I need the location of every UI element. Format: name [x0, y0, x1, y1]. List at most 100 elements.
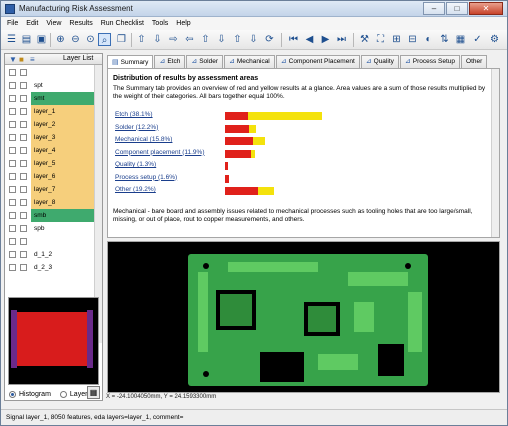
minimize-button[interactable]: –: [423, 2, 445, 15]
layer-lock-checkbox[interactable]: [20, 199, 27, 206]
layer-visible-checkbox[interactable]: [9, 147, 16, 154]
tab-solder[interactable]: ⊿ Solder: [186, 55, 223, 68]
layer-swatch[interactable]: layer_7: [31, 183, 102, 196]
last-icon[interactable]: ⏭: [335, 33, 348, 46]
layer-lock-checkbox[interactable]: [20, 69, 27, 76]
refresh-icon[interactable]: ⟳: [263, 33, 276, 46]
tool-b-icon[interactable]: ⛶: [374, 33, 387, 46]
chart-icon[interactable]: ▦: [454, 33, 467, 46]
arrow-down-3-icon[interactable]: ⇩: [247, 33, 260, 46]
layer-visible-checkbox[interactable]: [9, 186, 16, 193]
menu-view[interactable]: View: [46, 17, 61, 30]
layer-visible-checkbox[interactable]: [9, 160, 16, 167]
menu-tools[interactable]: Tools: [152, 17, 168, 30]
layer-row[interactable]: d_1_2: [5, 248, 102, 261]
layer-swatch[interactable]: layer_5: [31, 157, 102, 170]
tab-etch[interactable]: ⊿ Etch: [154, 55, 186, 68]
layers-icon[interactable]: ☰: [5, 33, 18, 46]
layer-visible-checkbox[interactable]: [9, 264, 16, 271]
pcb-view[interactable]: [107, 241, 500, 393]
layer-visible-checkbox[interactable]: [9, 95, 16, 102]
layer-visible-checkbox[interactable]: [9, 212, 16, 219]
layer-swatch[interactable]: smt: [31, 92, 102, 105]
layer-visible-checkbox[interactable]: [9, 82, 16, 89]
zoom-in-icon[interactable]: ⊕: [54, 33, 67, 46]
category-link[interactable]: Quality (1.3%): [115, 161, 156, 168]
tab-summary[interactable]: ▤ Summary: [107, 55, 154, 69]
zoom-fit-icon[interactable]: ⊙: [84, 33, 97, 46]
layer-row[interactable]: layer_3: [5, 131, 102, 144]
layer-swatch[interactable]: spb: [31, 222, 102, 235]
tab-component-placement[interactable]: ⊿ Component Placement: [275, 55, 360, 68]
layer-lock-checkbox[interactable]: [20, 251, 27, 258]
summary-scrollbar[interactable]: [491, 69, 499, 237]
layer-row[interactable]: [5, 235, 102, 248]
layer-visible-checkbox[interactable]: [9, 121, 16, 128]
previous-icon[interactable]: ◀: [303, 33, 316, 46]
tool-c-icon[interactable]: ⊞: [390, 33, 403, 46]
layer-swatch[interactable]: layer_4: [31, 144, 102, 157]
layer-row[interactable]: d_2_3: [5, 261, 102, 274]
layer-lock-checkbox[interactable]: [20, 108, 27, 115]
layer-swatch[interactable]: layer_1: [31, 105, 102, 118]
layer-row[interactable]: layer_6: [5, 170, 102, 183]
layers-stack-icon[interactable]: ≡: [30, 55, 35, 64]
lock-icon[interactable]: ■: [19, 55, 24, 64]
layer-swatch[interactable]: [31, 66, 102, 79]
layer-options-button[interactable]: ▦: [87, 386, 100, 399]
tool-a-icon[interactable]: ⚒: [358, 33, 371, 46]
settings-icon[interactable]: ⚙: [488, 33, 501, 46]
layer-swatch[interactable]: [31, 235, 102, 248]
arrow-up-left-icon[interactable]: ⇧: [135, 33, 148, 46]
arrow-down-2-icon[interactable]: ⇩: [215, 33, 228, 46]
layer-row[interactable]: layer_8: [5, 196, 102, 209]
layer-swatch[interactable]: d_2_3: [31, 261, 102, 274]
category-link[interactable]: Solder (12.2%): [115, 124, 158, 131]
layer-visible-checkbox[interactable]: [9, 134, 16, 141]
layer-swatch[interactable]: layer_8: [31, 196, 102, 209]
layer-visible-checkbox[interactable]: [9, 225, 16, 232]
copy-icon[interactable]: ❐: [115, 33, 128, 46]
close-button[interactable]: ✕: [469, 2, 503, 15]
zoom-out-icon[interactable]: ⊖: [69, 33, 82, 46]
layer-swatch[interactable]: layer_3: [31, 131, 102, 144]
layer-swatch[interactable]: layer_2: [31, 118, 102, 131]
arrow-down-icon[interactable]: ⇩: [151, 33, 164, 46]
category-link[interactable]: Other (19.2%): [115, 186, 156, 193]
layer-lock-checkbox[interactable]: [20, 134, 27, 141]
layer-lock-checkbox[interactable]: [20, 160, 27, 167]
layer-row[interactable]: smb: [5, 209, 102, 222]
tab-quality[interactable]: ⊿ Quality: [360, 55, 399, 68]
layer-swatch[interactable]: smb: [31, 209, 102, 222]
layer-visible-checkbox[interactable]: [9, 69, 16, 76]
open-icon[interactable]: ▣: [35, 33, 48, 46]
arrow-up-2-icon[interactable]: ⇧: [231, 33, 244, 46]
layer-row[interactable]: layer_2: [5, 118, 102, 131]
layer-visible-checkbox[interactable]: [9, 199, 16, 206]
layer-row[interactable]: smt: [5, 92, 102, 105]
check-icon[interactable]: ✓: [471, 33, 484, 46]
layer-visible-checkbox[interactable]: [9, 251, 16, 258]
layer-swatch[interactable]: spt: [31, 79, 102, 92]
layer-lock-checkbox[interactable]: [20, 186, 27, 193]
category-link[interactable]: Process setup (1.6%): [115, 174, 177, 181]
layer-lock-checkbox[interactable]: [20, 121, 27, 128]
tab-other[interactable]: Other: [461, 55, 488, 68]
histogram-radio[interactable]: [9, 390, 16, 398]
list-icon[interactable]: ▤: [20, 33, 33, 46]
layer-row[interactable]: spb: [5, 222, 102, 235]
layer-lock-checkbox[interactable]: [20, 82, 27, 89]
layer-visible-checkbox[interactable]: [9, 238, 16, 245]
layer-visible-checkbox[interactable]: [9, 173, 16, 180]
layer-lock-checkbox[interactable]: [20, 95, 27, 102]
split-icon[interactable]: ⇅: [438, 33, 451, 46]
layer-lock-checkbox[interactable]: [20, 173, 27, 180]
filter-icon[interactable]: ▼: [9, 55, 17, 64]
menu-edit[interactable]: Edit: [26, 17, 38, 30]
layer-row[interactable]: layer_1: [5, 105, 102, 118]
category-link[interactable]: Mechanical (15.8%): [115, 136, 172, 143]
next-icon[interactable]: ▶: [319, 33, 332, 46]
arrow-left-icon[interactable]: ⇦: [183, 33, 196, 46]
menu-run-checklist[interactable]: Run Checklist: [101, 17, 144, 30]
layer-lock-checkbox[interactable]: [20, 225, 27, 232]
